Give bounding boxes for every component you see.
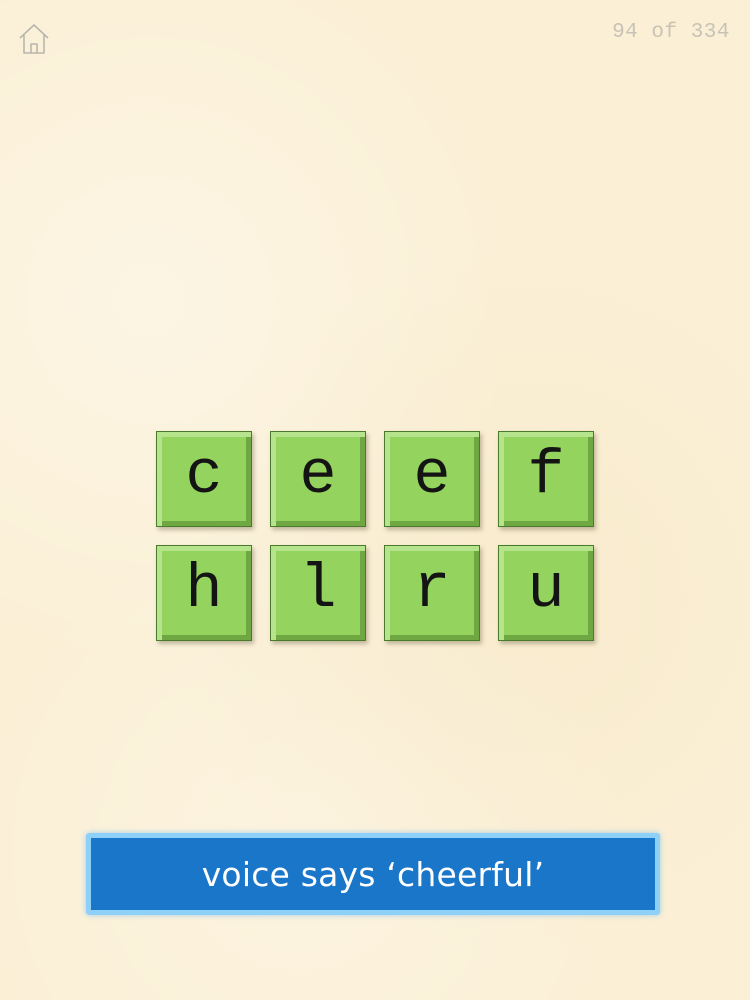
home-button[interactable] <box>17 22 51 56</box>
letter-tile[interactable]: f <box>498 431 594 527</box>
tile-letter: h <box>185 554 223 625</box>
letter-tile[interactable]: h <box>156 545 252 641</box>
letter-tile[interactable]: l <box>270 545 366 641</box>
letter-tile-grid: c e e f h l r u <box>156 431 596 641</box>
home-icon <box>17 22 51 56</box>
letter-tile[interactable]: u <box>498 545 594 641</box>
tile-letter: e <box>299 440 337 511</box>
tile-letter: l <box>299 554 337 625</box>
tile-letter: c <box>185 440 223 511</box>
voice-prompt-text: voice says ‘cheerful’ <box>201 854 545 894</box>
letter-tile[interactable]: e <box>384 431 480 527</box>
progress-counter: 94 of 334 <box>612 21 730 44</box>
tile-letter: r <box>413 554 451 625</box>
voice-prompt-button[interactable]: voice says ‘cheerful’ <box>86 833 660 915</box>
letter-tile[interactable]: c <box>156 431 252 527</box>
tile-letter: f <box>527 440 565 511</box>
letter-tile[interactable]: e <box>270 431 366 527</box>
letter-tile[interactable]: r <box>384 545 480 641</box>
tile-letter: e <box>413 440 451 511</box>
tile-letter: u <box>527 554 565 625</box>
